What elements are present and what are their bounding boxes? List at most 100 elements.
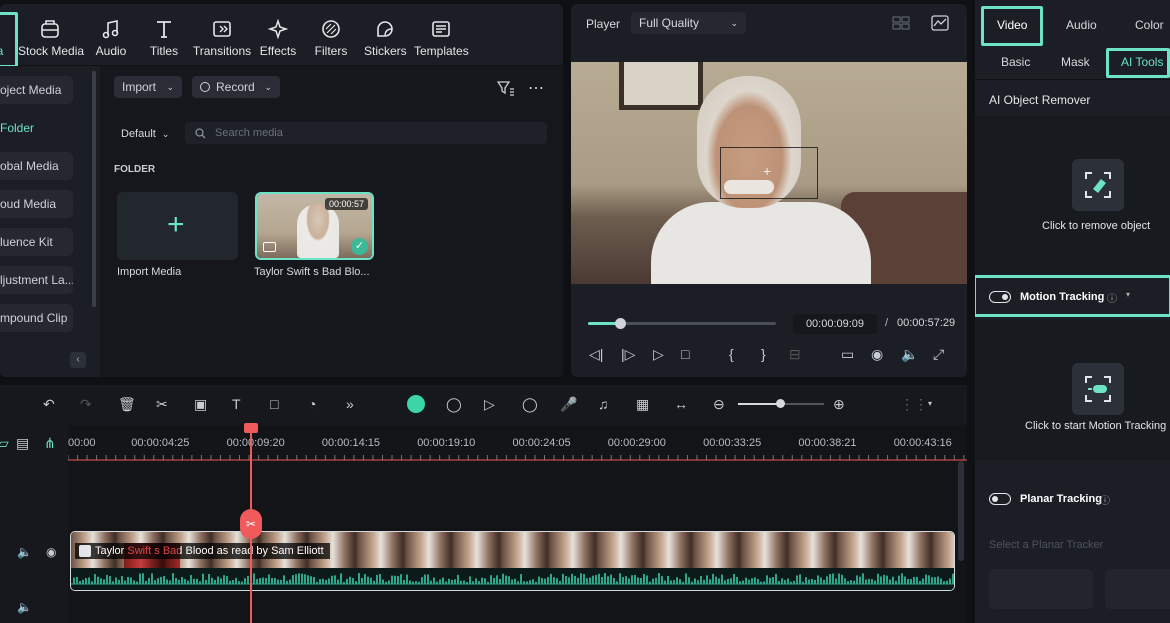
marker-icon[interactable]: ⊟ (789, 346, 801, 362)
snap-icon[interactable]: ⋔ (44, 435, 56, 451)
grid-view-icon[interactable] (892, 16, 910, 30)
sort-default-dropdown[interactable]: Default ⌄ (121, 128, 169, 140)
waveform-bar (196, 578, 198, 584)
tab-color[interactable]: Color (1135, 18, 1164, 32)
planar-tracker-option-2[interactable] (1105, 569, 1170, 609)
tab-effects[interactable]: Effects (258, 18, 298, 62)
waveform-bar (652, 578, 654, 584)
tab-templates[interactable]: Templates (414, 18, 469, 62)
planar-tracker-option-1[interactable] (989, 569, 1093, 609)
subtab-mask[interactable]: Mask (1061, 55, 1090, 69)
chevron-down-icon[interactable]: ▾ (928, 396, 932, 412)
start-motion-tracking-button[interactable] (1072, 363, 1124, 415)
playback-progress[interactable] (588, 318, 776, 329)
tab-filters[interactable]: Filters (314, 18, 348, 62)
progress-knob[interactable] (614, 318, 626, 329)
zoom-slider[interactable] (738, 399, 824, 408)
redo-icon[interactable]: ↷ (80, 396, 92, 412)
volume-icon[interactable]: 🔈 (901, 346, 918, 362)
remove-object-button[interactable] (1072, 159, 1124, 211)
import-button[interactable]: Import ⌄ (114, 76, 182, 98)
scope-chart-icon[interactable] (931, 15, 949, 31)
sidebar-item-global-media[interactable]: obal Media (0, 152, 73, 180)
chevron-down-icon: ⌄ (264, 82, 272, 92)
fit-icon[interactable]: ↔ (674, 396, 688, 412)
undo-icon[interactable]: ↶ (43, 396, 55, 412)
mark-out-icon[interactable]: } (761, 346, 766, 362)
import-media-card[interactable]: + (117, 192, 238, 260)
track-settings-icon[interactable]: ▱ (0, 435, 9, 451)
ai-assistant-icon[interactable] (407, 395, 425, 413)
planar-tracking-toggle[interactable] (989, 493, 1011, 505)
help-icon[interactable]: ⓘ (1100, 492, 1110, 507)
sidebar-item-folder[interactable]: Folder (0, 114, 73, 142)
shape-icon[interactable]: □ (270, 396, 278, 412)
caret-down-icon[interactable]: ▾ (1126, 290, 1130, 299)
tab-stickers[interactable]: Stickers (364, 18, 407, 62)
tab-transitions[interactable]: Transitions (192, 18, 252, 62)
fullscreen-icon[interactable]: ⤢ (933, 346, 944, 362)
layout-grid-icon[interactable]: ⋮⋮ (900, 396, 928, 412)
sidebar-item-compound-clip[interactable]: mpound Clip (0, 304, 73, 332)
play-icon[interactable]: ▷ (653, 346, 664, 362)
current-time-box[interactable]: 00:00:09:09 (793, 314, 877, 334)
monitor-icon[interactable]: ▭ (841, 346, 854, 362)
text-tool-icon[interactable]: T (232, 396, 241, 412)
zoom-in-icon[interactable]: ⊕ (833, 396, 845, 412)
waveform-bar (283, 575, 285, 584)
previous-frame-icon[interactable]: ◁| (589, 346, 603, 362)
sidebar-item-cloud-media[interactable]: oud Media (0, 190, 73, 218)
collapse-sidebar-button[interactable]: ‹ (70, 352, 86, 368)
next-frame-icon[interactable]: |▷ (621, 346, 635, 362)
more-tools-icon[interactable]: » (346, 396, 354, 412)
snapshot-camera-icon[interactable]: ◉ (871, 346, 883, 362)
search-input[interactable]: Search media (185, 122, 547, 144)
video-preview[interactable]: + (571, 62, 967, 284)
video-clip[interactable]: Taylor Swift s Bad Blood as read by Sam … (70, 531, 955, 591)
tab-titles[interactable]: Titles (148, 18, 180, 62)
split-scissors-marker-icon[interactable]: ✂ (240, 509, 262, 539)
eraser-icon (1085, 172, 1111, 198)
filter-sort-icon[interactable] (497, 80, 515, 96)
audio-mix-icon[interactable]: ♫ (598, 396, 609, 412)
microphone-icon[interactable]: 🎤 (560, 396, 577, 412)
audio-track-volume-icon[interactable]: 🔈 (17, 599, 32, 615)
more-options-icon[interactable]: ⋯ (528, 78, 545, 98)
track-visibility-icon[interactable]: ◉ (46, 544, 56, 560)
waveform-bar (265, 578, 267, 584)
waveform-bar (610, 574, 612, 584)
sidebar-item-adjustment-layer[interactable]: ljustment La... (0, 266, 73, 294)
track-manager-icon[interactable]: ▤ (16, 435, 29, 451)
split-scissors-icon[interactable]: ✂ (156, 396, 168, 412)
timeline-scrollbar[interactable] (958, 461, 964, 561)
tab-audio[interactable]: Audio (94, 18, 128, 62)
motion-tracking-toggle[interactable] (989, 291, 1011, 303)
record-button[interactable]: Record ⌄ (192, 76, 280, 98)
shield-icon[interactable]: ◯ (522, 396, 538, 412)
replace-icon[interactable]: ▦ (636, 396, 649, 412)
waveform-bar (712, 573, 714, 584)
auto-reframe-icon[interactable]: ▷ (484, 396, 495, 412)
delete-icon[interactable]: 🗑 (118, 396, 136, 412)
playhead[interactable]: ✂ (240, 423, 262, 623)
subtab-basic[interactable]: Basic (1001, 55, 1030, 69)
track-volume-icon[interactable]: 🔈 (17, 544, 32, 560)
speed-icon[interactable]: ◔ (308, 396, 316, 412)
tab-stock-media[interactable]: Stock Media (18, 18, 84, 62)
tab-audio-props[interactable]: Audio (1066, 18, 1097, 32)
playhead-handle[interactable] (244, 423, 258, 433)
mark-in-icon[interactable]: { (729, 346, 734, 362)
help-icon[interactable]: ⓘ (1107, 290, 1117, 305)
zoom-knob[interactable] (776, 399, 785, 408)
sidebar-item-influence-kit[interactable]: luence Kit (0, 228, 73, 256)
stop-icon[interactable]: □ (681, 346, 689, 362)
sidebar-item-project-media[interactable]: oject Media (0, 76, 73, 104)
sidebar-scrollbar[interactable] (92, 71, 96, 307)
media-clip-thumbnail[interactable]: 00:00:57 ✓ (255, 192, 374, 260)
quality-dropdown[interactable]: Full Quality ⌄ (631, 12, 746, 34)
timeline-ruler[interactable]: 00:00 00:00:04:25 00:00:09:20 00:00:14:15 00… (68, 425, 967, 461)
search-icon (195, 128, 206, 139)
zoom-out-icon[interactable]: ⊖ (713, 396, 725, 412)
screen-record-icon[interactable]: ◯ (446, 396, 462, 412)
crop-icon[interactable]: ▣ (194, 396, 207, 412)
